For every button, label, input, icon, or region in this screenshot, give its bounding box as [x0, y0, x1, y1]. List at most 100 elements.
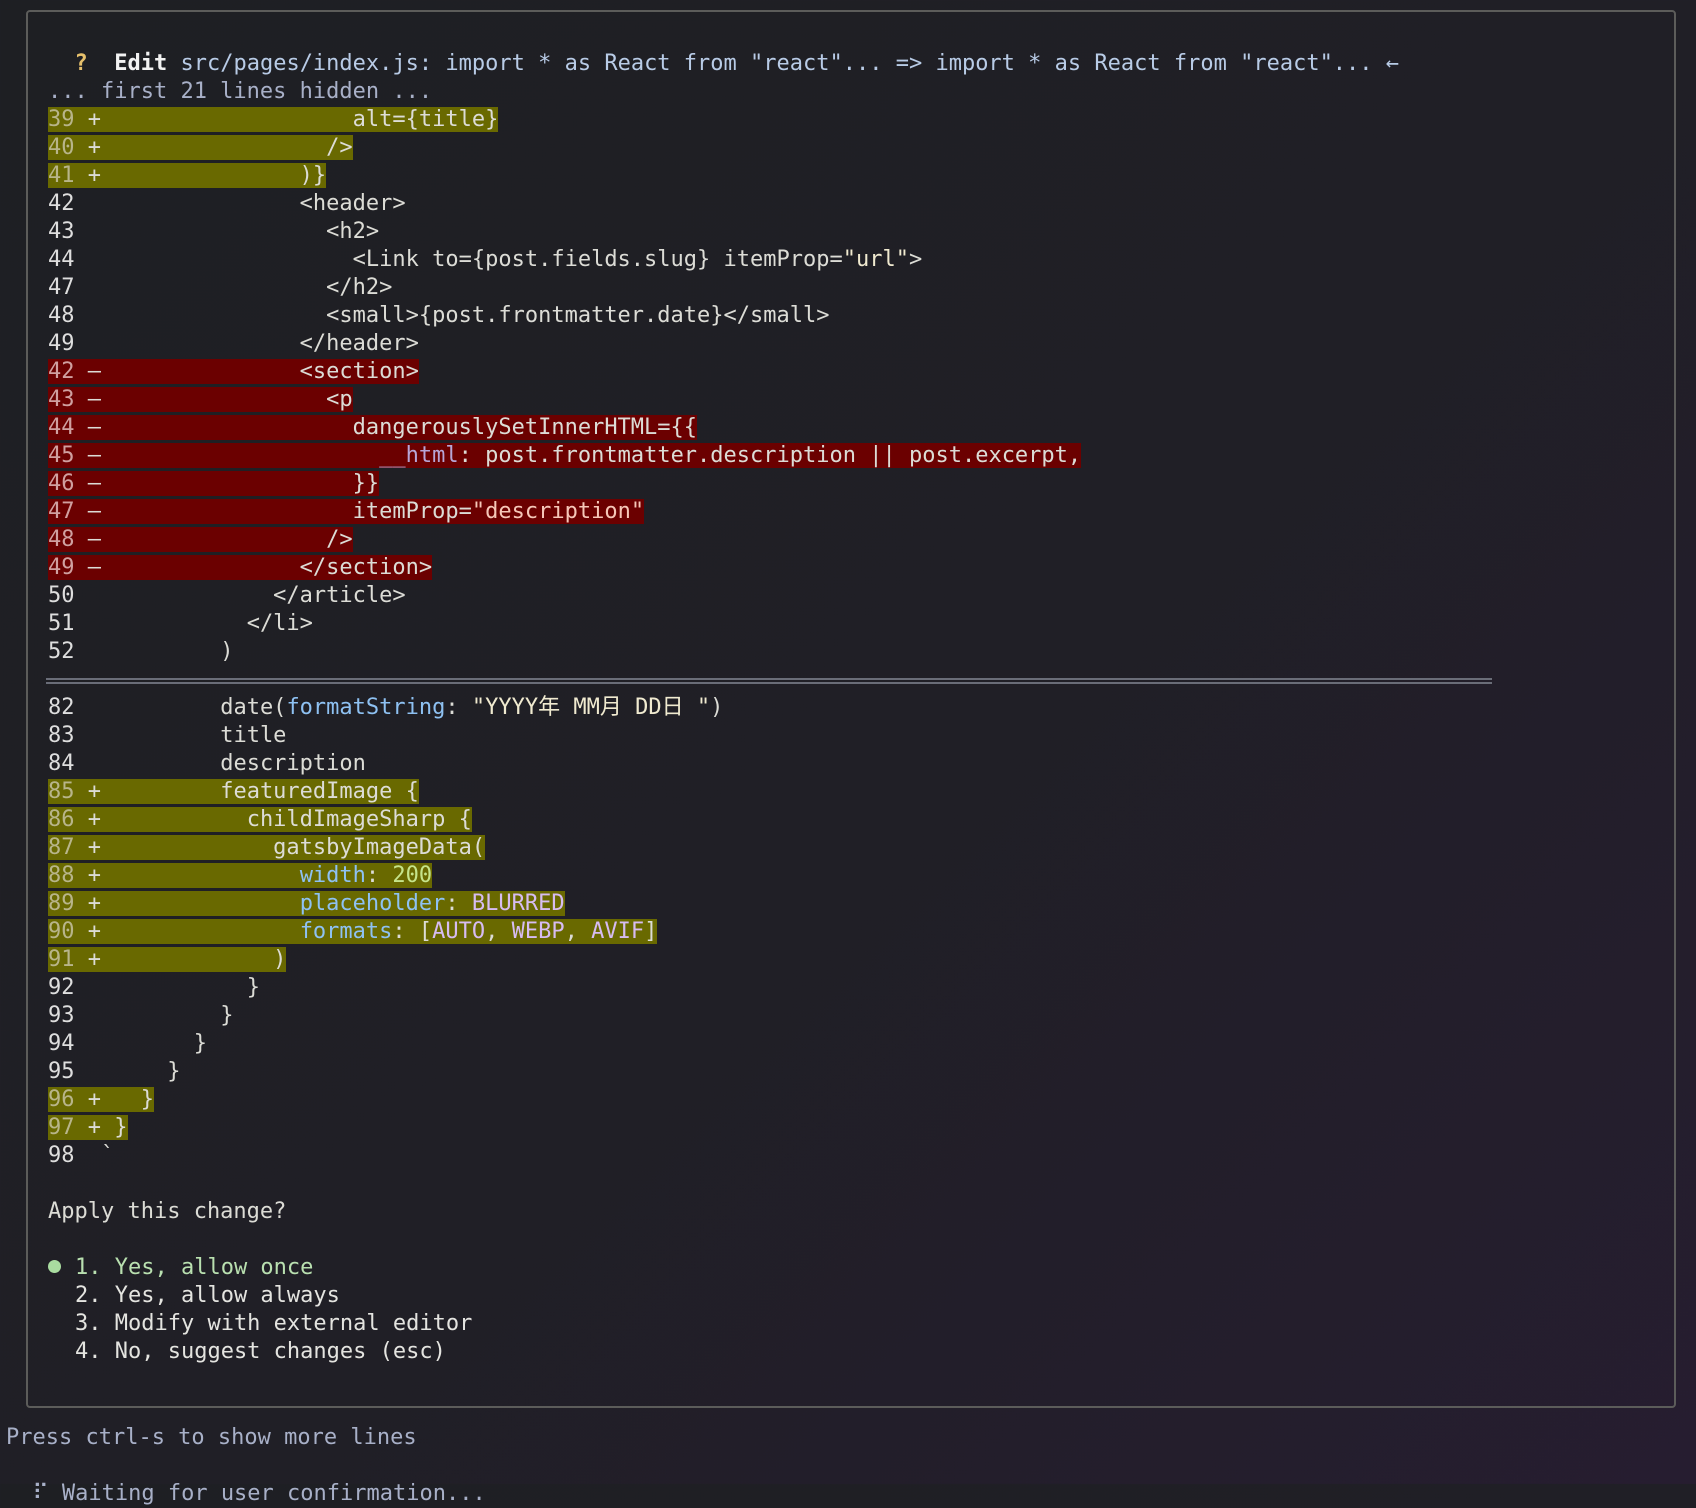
code-text: alt={title} — [101, 107, 499, 132]
diff-sign: + — [87, 135, 101, 160]
status-text: Waiting for user confirmation... — [61, 1481, 486, 1506]
line-number: 48 — [48, 527, 75, 552]
code-text: width: 200 — [299, 863, 433, 888]
diff-line-add: 91 + ) — [48, 946, 287, 974]
diff-line-add: 85 + featuredImage { — [48, 778, 419, 806]
diff-sign — [88, 302, 101, 330]
line-number: 88 — [48, 863, 75, 888]
diff-sign: + — [87, 163, 101, 188]
code-text: )} — [101, 163, 327, 188]
line-number: 39 — [48, 107, 75, 132]
option-2[interactable]: 2. Yes, allow always — [48, 1282, 340, 1310]
code-text: </header> — [101, 331, 419, 356]
line-number: 41 — [48, 163, 75, 188]
line-number: 94 — [48, 1031, 75, 1056]
question-mark-icon: ? — [74, 51, 88, 76]
diff-line-ctx: 52 ) — [48, 638, 233, 666]
diff-sign: – — [87, 415, 101, 440]
option-4[interactable]: 4. No, suggest changes (esc) — [48, 1338, 446, 1366]
code-text: ) — [101, 639, 234, 664]
diff-sign — [88, 1002, 101, 1030]
diff-sign — [88, 750, 101, 778]
code-text: }} — [101, 471, 380, 496]
diff-sign: + — [87, 835, 101, 860]
diff-line-add: 89 + placeholder: BLURRED — [48, 890, 565, 918]
diff-sign: + — [87, 891, 101, 916]
option-3[interactable]: 3. Modify with external editor — [48, 1310, 472, 1338]
diff-line-ctx: 43 <h2> — [48, 218, 379, 246]
show-more-hint: Press ctrl-s to show more lines — [6, 1425, 417, 1450]
line-number: 42 — [48, 191, 75, 216]
diff-line-add: 40 + /> — [48, 134, 353, 162]
line-number: 83 — [48, 723, 75, 748]
diff-sign: + — [87, 1087, 101, 1112]
code-text: <h2> — [101, 219, 380, 244]
line-number: 43 — [48, 219, 75, 244]
code-text: description — [101, 751, 366, 776]
line-number: 87 — [48, 835, 75, 860]
diff-line-ctx: 84 description — [48, 750, 366, 778]
diff-line-add: 97 + } — [48, 1114, 128, 1142]
code-text: title — [101, 723, 287, 748]
diff-sign: – — [87, 555, 101, 580]
code-text: date(formatString: "YYYY年 MM月 DD日 ") — [101, 695, 724, 720]
diff-line-del: 48 – /> — [48, 526, 353, 554]
line-number: 44 — [48, 415, 75, 440]
diff-sign — [88, 974, 101, 1002]
diff-line-add: 86 + childImageSharp { — [48, 806, 472, 834]
code-text: /> — [101, 135, 353, 160]
line-number: 40 — [48, 135, 75, 160]
code-text: <header> — [101, 191, 406, 216]
code-text: itemProp="description" — [101, 499, 645, 524]
diff-sign — [88, 1030, 101, 1058]
code-text: ) — [101, 947, 287, 972]
line-number: 43 — [48, 387, 75, 412]
diff-line-add: 39 + alt={title} — [48, 106, 499, 134]
code-text: placeholder: BLURRED — [299, 891, 565, 916]
line-number: 51 — [48, 611, 75, 636]
diff-sign: + — [87, 107, 101, 132]
diff-sign — [88, 218, 101, 246]
option-label: 1. Yes, allow once — [75, 1255, 314, 1280]
apply-question: Apply this change? — [48, 1199, 287, 1224]
diff-sign: – — [87, 471, 101, 496]
line-number: 91 — [48, 947, 75, 972]
diff-sign — [88, 694, 101, 722]
status-line: ⠏ Waiting for user confirmation... — [6, 1452, 486, 1506]
diff-line-del: 42 – <section> — [48, 358, 419, 386]
diff-sign: – — [87, 499, 101, 524]
code-text: </section> — [101, 555, 433, 580]
line-number: 85 — [48, 779, 75, 804]
diff-sign — [88, 246, 101, 274]
diff-line-ctx: 50 </article> — [48, 582, 406, 610]
code-text: </h2> — [101, 275, 393, 300]
diff-sign: + — [87, 947, 101, 972]
code-text: __html: post.frontmatter.description || … — [379, 443, 1082, 468]
code-text: <p — [101, 387, 353, 412]
line-number: 84 — [48, 751, 75, 776]
line-number: 47 — [48, 499, 75, 524]
line-number: 48 — [48, 303, 75, 328]
code-text: featuredImage { — [101, 779, 419, 804]
code-text: dangerouslySetInnerHTML={{ — [101, 415, 698, 440]
line-number: 49 — [48, 555, 75, 580]
option-label: 3. Modify with external editor — [75, 1311, 473, 1336]
diff-line-ctx: 93 } — [48, 1002, 233, 1030]
diff-sign: – — [87, 359, 101, 384]
diff-line-del: 49 – </section> — [48, 554, 433, 582]
line-number: 95 — [48, 1059, 75, 1084]
spinner-icon: ⠏ — [32, 1481, 49, 1506]
diff-line-ctx: 98 ` — [48, 1142, 114, 1170]
line-number: 47 — [48, 275, 75, 300]
diff-line-ctx: 48 <small>{post.frontmatter.date}</small… — [48, 302, 829, 330]
line-number: 89 — [48, 891, 75, 916]
code-text: gatsbyImageData( — [101, 835, 486, 860]
line-number: 49 — [48, 331, 75, 356]
diff-line-ctx: 83 title — [48, 722, 286, 750]
code-text: } — [101, 1115, 128, 1140]
diff-sign — [88, 1142, 101, 1170]
diff-line-ctx: 42 <header> — [48, 190, 406, 218]
line-number: 52 — [48, 639, 75, 664]
code-text: } — [101, 1003, 234, 1028]
option-1[interactable]: 1. Yes, allow once — [48, 1254, 313, 1282]
